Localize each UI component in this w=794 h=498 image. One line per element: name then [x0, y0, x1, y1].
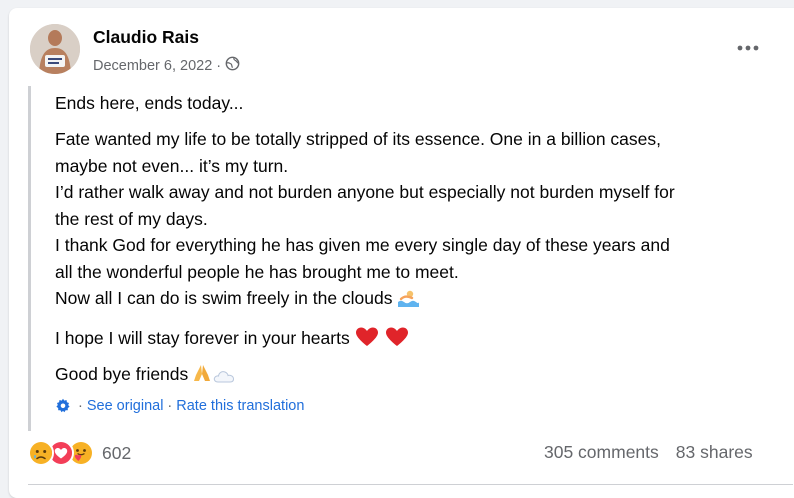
- more-options-button[interactable]: [735, 38, 761, 58]
- meta-separator: ·: [216, 57, 222, 74]
- sad-reaction-icon: [28, 440, 54, 466]
- author-avatar[interactable]: [30, 24, 80, 74]
- shares-count-link[interactable]: 83 shares: [676, 442, 753, 463]
- post-paragraph: I hope I will stay forever in your heart…: [55, 325, 408, 355]
- post-date[interactable]: December 6, 2022: [93, 58, 212, 74]
- rate-translation-link[interactable]: Rate this translation: [176, 398, 304, 414]
- ellipsis-icon: [737, 45, 759, 51]
- post-paragraph: Fate wanted my life to be totally stripp…: [55, 126, 675, 315]
- post-card: Claudio Rais December 6, 2022 · Ends her…: [9, 8, 794, 498]
- reaction-count: 602: [102, 442, 132, 463]
- see-original-link[interactable]: See original: [87, 398, 164, 414]
- post-line: Fate wanted my life to be totally stripp…: [55, 129, 662, 149]
- translation-row: · See original · Rate this translation: [55, 398, 304, 414]
- avatar-photo: [30, 24, 80, 74]
- globe-icon[interactable]: [225, 56, 240, 75]
- post-line: the rest of my days.: [55, 208, 208, 229]
- author-name[interactable]: Claudio Rais: [93, 27, 199, 48]
- translation-separator: ·: [78, 398, 83, 414]
- post-line: maybe not even... it’s my turn.: [55, 155, 289, 176]
- post-meta: December 6, 2022 ·: [93, 56, 240, 75]
- post-line: all the wonderful people he has brought …: [55, 261, 459, 282]
- comments-count-link[interactable]: 305 comments: [544, 442, 659, 463]
- post-paragraph: Ends here, ends today...: [55, 93, 244, 113]
- reactions-summary[interactable]: 602: [28, 440, 131, 466]
- gear-icon[interactable]: [55, 398, 71, 414]
- post-line: Now all I can do is swim freely in the c…: [55, 285, 675, 315]
- cloud-emoji-icon: [213, 364, 235, 391]
- post-paragraph: Good bye friends: [55, 361, 235, 391]
- swimmer-emoji-icon: [397, 288, 419, 315]
- post-line-text: Now all I can do is swim freely in the c…: [55, 288, 393, 308]
- post-paragraph-text: I hope I will stay forever in your heart…: [55, 328, 350, 348]
- post-line: I thank God for everything he has given …: [55, 235, 670, 255]
- engagement-stats: 305 comments 83 shares: [544, 442, 753, 463]
- post-line: I’d rather walk away and not burden anyo…: [55, 182, 675, 202]
- folded-hands-emoji-icon: [192, 363, 212, 391]
- red-heart-emoji-icon: [355, 327, 378, 355]
- post-paragraph-text: Good bye friends: [55, 364, 189, 384]
- red-heart-emoji-icon: [385, 327, 408, 355]
- translation-quote-bar: [28, 86, 31, 431]
- translation-separator: ·: [167, 398, 173, 414]
